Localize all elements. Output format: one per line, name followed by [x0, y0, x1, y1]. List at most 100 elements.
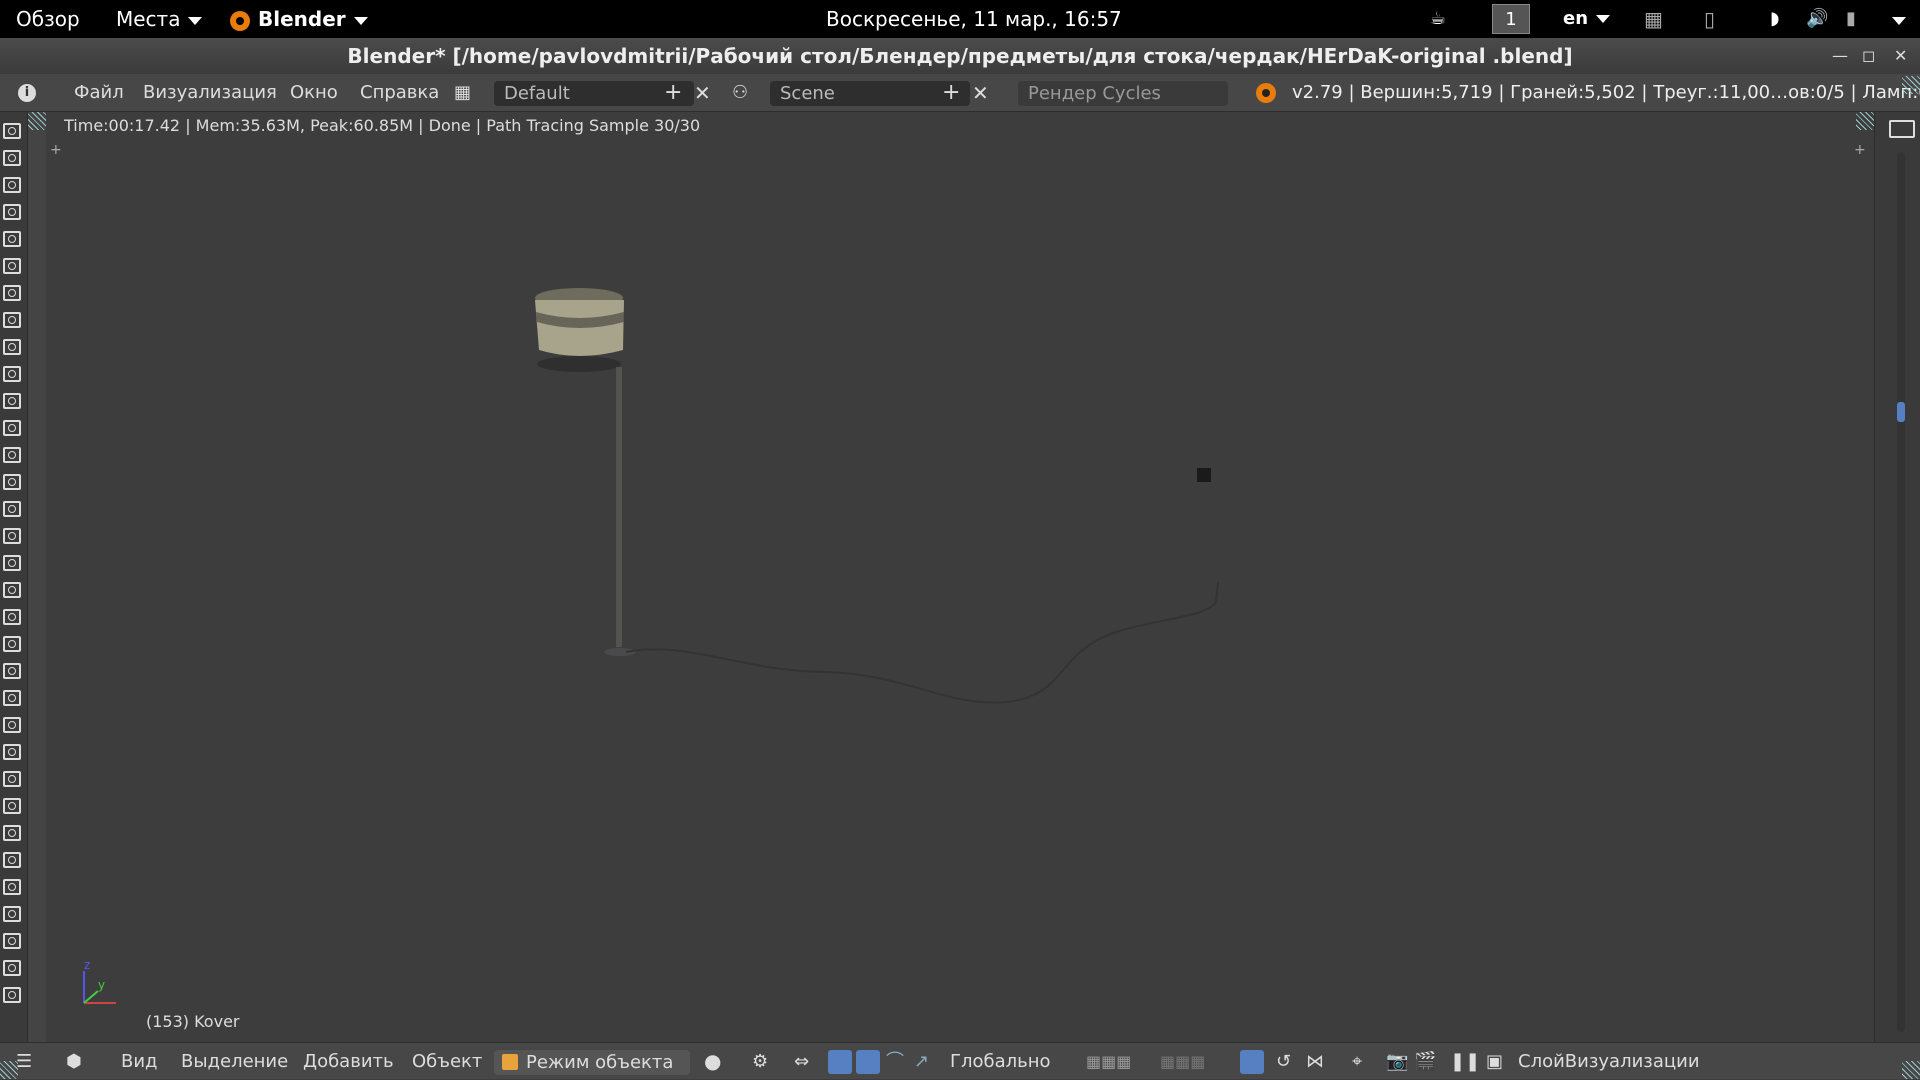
camera-icon[interactable] [3, 501, 21, 517]
render-preview-icon[interactable]: 📷 [1386, 1043, 1408, 1080]
camera-icon[interactable] [3, 393, 21, 409]
camera-icon[interactable] [3, 717, 21, 733]
menu-object[interactable]: Объект [412, 1043, 482, 1080]
menu-help[interactable]: Справка [360, 74, 439, 112]
render-anim-icon[interactable]: 🎬 [1414, 1043, 1436, 1080]
render-layer-select[interactable]: СлойВизуализации [1518, 1043, 1700, 1080]
camera-icon[interactable] [3, 771, 21, 787]
layers-grid-icon[interactable]: ▦▦▦ [1160, 1043, 1205, 1080]
3d-viewport[interactable]: Time:00:17.42 | Mem:35.63M, Peak:60.85M … [46, 112, 1874, 1042]
snap-target-icon[interactable]: ⌖ [1352, 1043, 1362, 1080]
add-scene-icon[interactable]: + [942, 74, 960, 112]
shading-icon[interactable]: ● [704, 1043, 721, 1080]
clipboard-icon[interactable]: ▯ [1704, 0, 1715, 38]
window-title-bar[interactable]: Blender* [/home/pavlovdmitrii/Рабочий ст… [0, 38, 1920, 74]
camera-icon[interactable] [3, 663, 21, 679]
properties-icon[interactable] [1889, 120, 1915, 138]
app-menu[interactable]: Blender [230, 0, 368, 38]
scrollbar[interactable] [1897, 152, 1905, 1032]
places-menu[interactable]: Места [116, 0, 203, 38]
camera-icon[interactable] [3, 258, 21, 274]
camera-icon[interactable] [3, 636, 21, 652]
camera-icon[interactable] [3, 582, 21, 598]
menu-view[interactable]: Вид [121, 1043, 158, 1080]
camera-icon[interactable] [3, 906, 21, 922]
proportional-edit-icon[interactable]: ↺ [1276, 1043, 1291, 1080]
camera-icon[interactable] [3, 933, 21, 949]
minimize-icon[interactable]: — [1832, 38, 1848, 74]
camera-icon[interactable] [3, 987, 21, 1003]
keyboard-icon[interactable]: ▦ [1644, 0, 1663, 38]
camera-icon[interactable] [3, 474, 21, 490]
area-corner-handle[interactable] [1902, 76, 1920, 94]
left-region-divider[interactable] [28, 112, 46, 1042]
menu-select[interactable]: Выделение [181, 1043, 288, 1080]
layers-grid-icon[interactable]: ▦▦▦ [1086, 1043, 1131, 1080]
remove-layout-icon[interactable]: ✕ [694, 74, 711, 112]
render-engine-select[interactable]: Рендер Cycles [1018, 81, 1228, 106]
orientation-select[interactable]: Глобально [950, 1043, 1051, 1080]
close-icon[interactable]: ✕ [1894, 38, 1907, 74]
editor-type-icon[interactable]: ☰ [16, 1043, 46, 1080]
transform-icon[interactable]: ↗ [914, 1043, 929, 1080]
add-layout-icon[interactable]: + [664, 74, 682, 112]
area-corner-handle[interactable] [1902, 1061, 1920, 1079]
camera-icon[interactable] [3, 798, 21, 814]
camera-icon[interactable] [3, 528, 21, 544]
battery-icon[interactable]: ▮ [1846, 0, 1856, 38]
scrollbar-thumb[interactable] [1897, 402, 1905, 422]
scale-icon[interactable]: ⌒ [886, 1043, 904, 1080]
camera-icon[interactable] [3, 609, 21, 625]
camera-icon[interactable] [3, 825, 21, 841]
scene-field[interactable]: Scene [770, 81, 970, 106]
rotate-icon[interactable] [856, 1050, 880, 1074]
camera-icon[interactable] [3, 231, 21, 247]
wifi-icon[interactable]: ◗ [1770, 0, 1779, 38]
lock-layer-icon[interactable] [1240, 1050, 1264, 1074]
layout-icon[interactable]: ▦ [454, 74, 494, 112]
camera-icon[interactable] [3, 879, 21, 895]
menu-file[interactable]: Файл [74, 74, 124, 112]
menu-add[interactable]: Добавить [303, 1043, 394, 1080]
camera-icon[interactable] [3, 366, 21, 382]
camera-icon[interactable] [3, 312, 21, 328]
menu-window[interactable]: Окно [290, 74, 338, 112]
area-corner-handle[interactable] [28, 112, 46, 130]
clock[interactable]: Воскресенье, 11 мар., 16:57 [826, 0, 1122, 38]
camera-icon[interactable] [3, 447, 21, 463]
language-menu[interactable]: en [1563, 0, 1611, 38]
area-corner-handle[interactable] [1856, 112, 1874, 130]
pause-icon[interactable]: ❚❚ [1450, 1043, 1480, 1080]
camera-icon[interactable] [3, 339, 21, 355]
coffee-icon[interactable]: ☕ [1430, 0, 1446, 38]
volume-icon[interactable]: 🔊 [1806, 0, 1828, 38]
camera-icon[interactable] [3, 204, 21, 220]
camera-icon[interactable] [3, 690, 21, 706]
camera-icon[interactable] [3, 123, 21, 139]
camera-icon[interactable] [3, 177, 21, 193]
camera-icon[interactable] [3, 555, 21, 571]
camera-icon[interactable] [3, 150, 21, 166]
camera-icon[interactable] [3, 852, 21, 868]
info-editor-icon[interactable]: i [18, 74, 52, 112]
camera-icon[interactable] [3, 960, 21, 976]
activities-button[interactable]: Обзор [16, 0, 80, 38]
workspace-indicator[interactable]: 1 [1492, 4, 1530, 34]
view3d-icon[interactable]: ⬢ [66, 1043, 106, 1080]
snap-icon[interactable]: ⋈ [1306, 1043, 1324, 1080]
chevron-down-icon [188, 16, 203, 25]
camera-icon[interactable] [3, 420, 21, 436]
translate-icon[interactable] [828, 1050, 852, 1074]
menu-render[interactable]: Визуализация [143, 74, 277, 112]
area-corner-handle[interactable] [0, 1061, 18, 1079]
maximize-icon[interactable]: ◻ [1862, 38, 1875, 74]
mode-select[interactable]: Режим объекта [494, 1050, 690, 1075]
system-menu[interactable] [1884, 0, 1906, 38]
remove-scene-icon[interactable]: ✕ [972, 74, 989, 112]
scene-icon[interactable]: ⚇ [732, 74, 772, 112]
manipulator-icon[interactable]: ⇔ [794, 1043, 809, 1080]
camera-icon[interactable] [3, 285, 21, 301]
pivot-icon[interactable]: ⚙ [752, 1043, 768, 1080]
render-layer-icon[interactable]: ▣ [1486, 1043, 1503, 1080]
camera-icon[interactable] [3, 744, 21, 760]
